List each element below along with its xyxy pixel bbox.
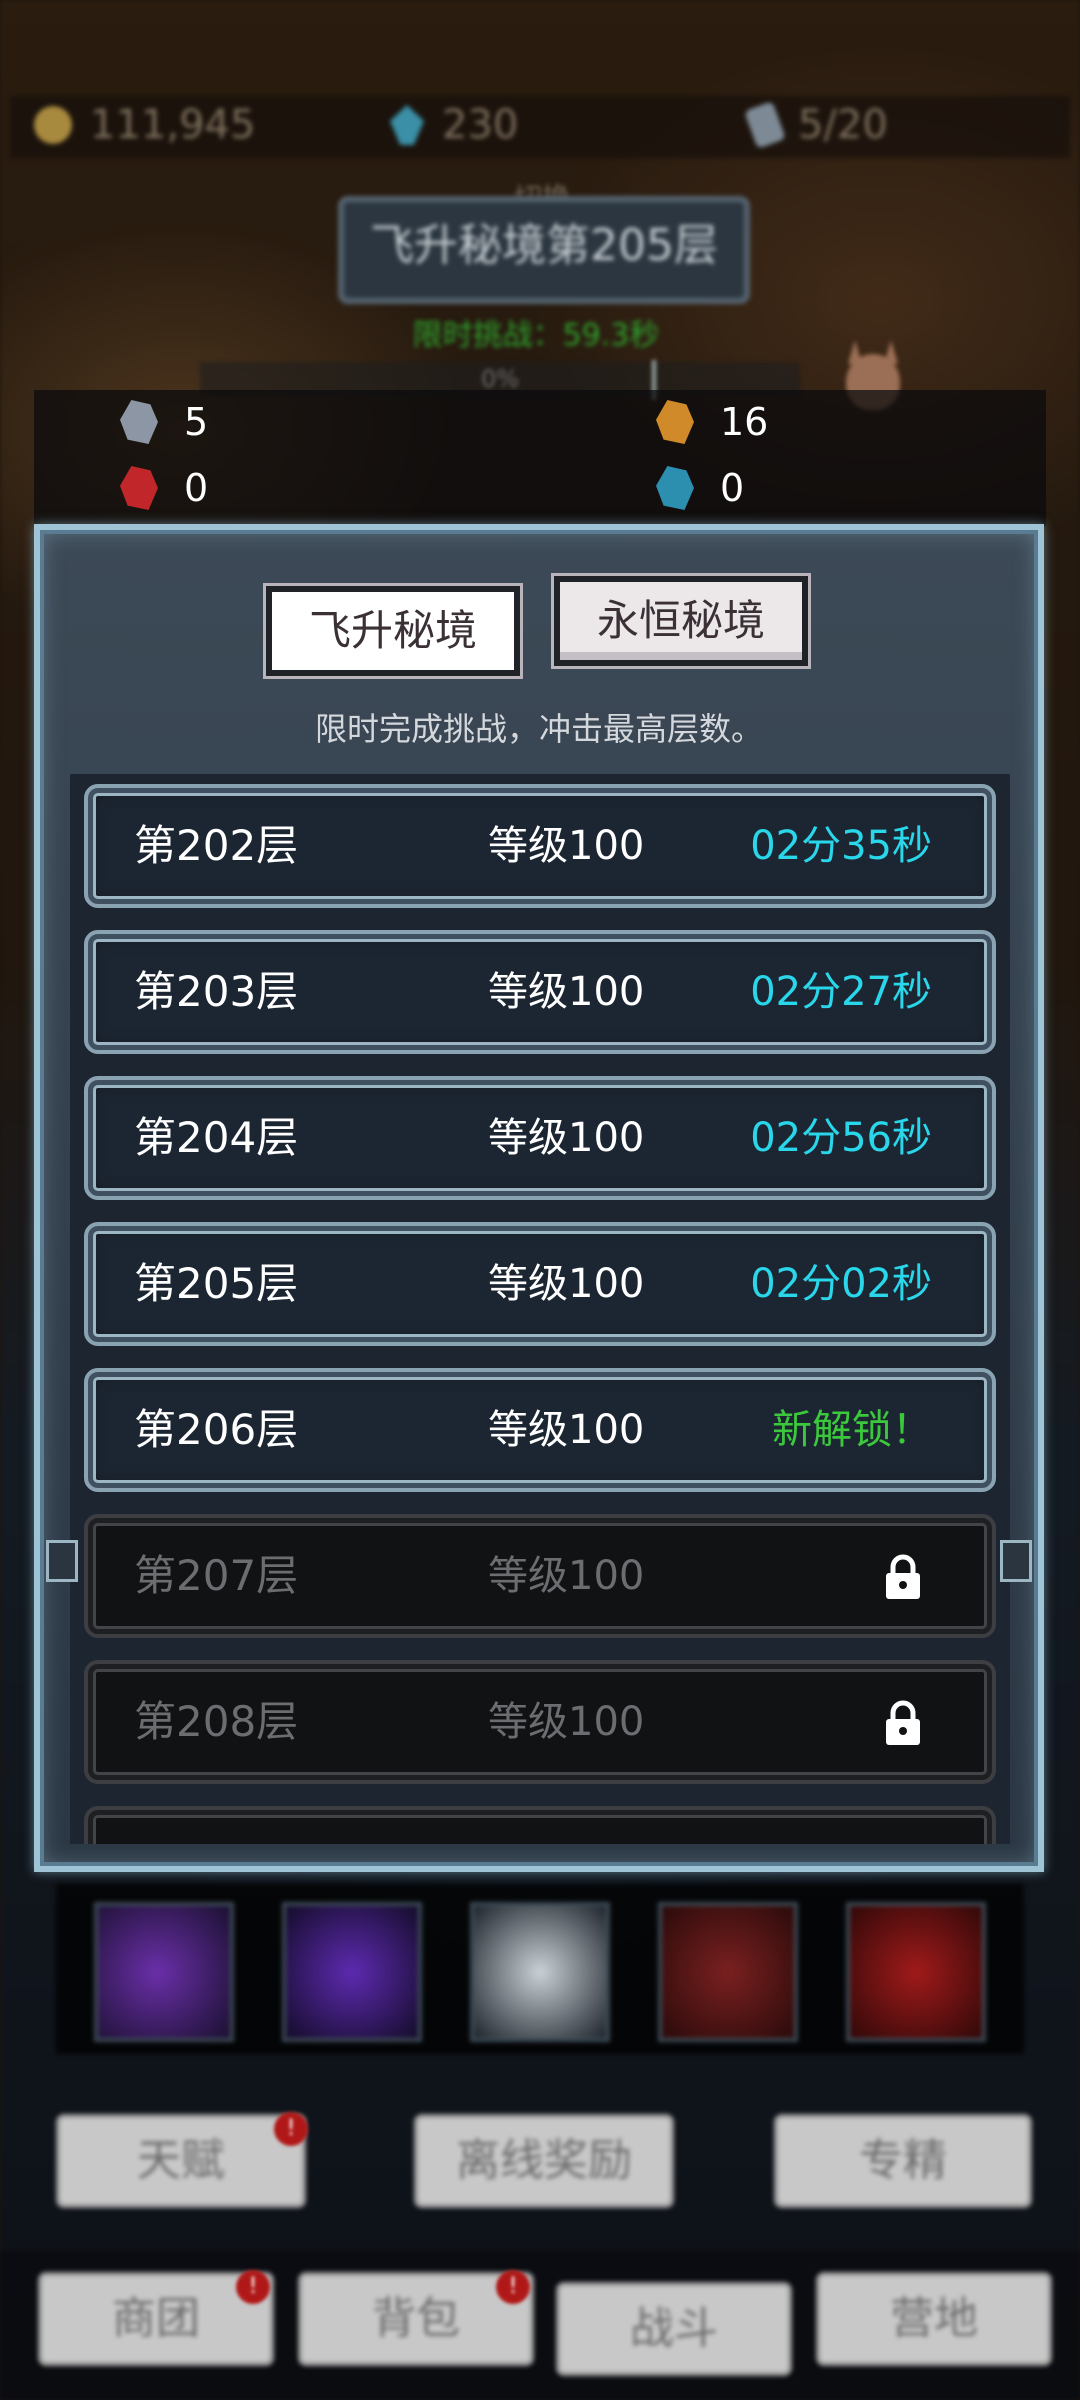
mastery-button[interactable]: 专精 — [774, 2114, 1032, 2208]
level-label: 等级100 — [488, 1407, 645, 1453]
floor-row-206[interactable]: 第206层 等级100 新解锁！ — [84, 1368, 996, 1492]
skill-slot-2[interactable] — [282, 1902, 422, 2042]
materials-panel: 5 16 0 0 — [34, 390, 1046, 526]
floor-label: 第208层 — [134, 1697, 299, 1746]
level-label: 等级100 — [488, 969, 645, 1015]
red-ore-icon — [120, 466, 158, 510]
scroll-icon — [744, 101, 786, 149]
floor-label: 第205层 — [134, 1259, 299, 1308]
skill-slot-1[interactable] — [94, 1902, 234, 2042]
floor-label: 第203层 — [134, 967, 299, 1016]
level-label: 等级100 — [488, 1261, 645, 1307]
skill-slot-5[interactable] — [846, 1902, 986, 2042]
scroll-knob-left — [46, 1540, 78, 1582]
dungeon-title[interactable]: 飞升秘境第205层 — [338, 196, 750, 304]
orange-ore-icon — [656, 400, 694, 444]
material-blue: 0 — [656, 466, 744, 510]
lock-icon — [886, 1554, 920, 1599]
material-count: 5 — [184, 400, 209, 444]
floor-list[interactable]: 第202层 等级100 02分35秒 第203层 等级100 02分27秒 第2… — [70, 774, 1010, 1844]
clear-time: 02分35秒 — [750, 823, 932, 869]
gold-coin-icon — [34, 106, 72, 144]
talent-badge: ! — [274, 2112, 308, 2146]
floor-row-204[interactable]: 第204层 等级100 02分56秒 — [84, 1076, 996, 1200]
material-count: 0 — [720, 466, 745, 510]
material-gray: 5 — [120, 400, 208, 444]
floor-row-207: 第207层 等级100 — [84, 1514, 996, 1638]
scroll-resource: 5/20 — [744, 101, 888, 149]
tab-ascension-realm[interactable]: 飞升秘境 — [266, 586, 520, 676]
challenge-timer: 限时挑战：59.3秒 — [412, 318, 660, 353]
backpack-badge: ! — [496, 2270, 530, 2304]
gold-amount: 111,945 — [90, 102, 256, 148]
gem-resource: 230 — [390, 102, 518, 148]
level-label: 等级100 — [488, 823, 645, 869]
floor-row-205[interactable]: 第205层 等级100 02分02秒 — [84, 1222, 996, 1346]
floor-row-partial — [84, 1806, 996, 1844]
battle-button[interactable]: 战斗 — [556, 2282, 792, 2376]
tab-eternal-realm[interactable]: 永恒秘境 — [554, 576, 808, 666]
floor-row-202[interactable]: 第202层 等级100 02分35秒 — [84, 784, 996, 908]
gem-amount: 230 — [442, 102, 519, 148]
floor-label: 第202层 — [134, 821, 299, 870]
gem-icon — [390, 105, 424, 145]
skill-slot-4[interactable] — [658, 1902, 798, 2042]
skill-slot-3[interactable] — [470, 1902, 610, 2042]
level-label: 等级100 — [488, 1699, 645, 1745]
floor-row-203[interactable]: 第203层 等级100 02分27秒 — [84, 930, 996, 1054]
material-red: 0 — [120, 466, 208, 510]
blue-ore-icon — [656, 466, 694, 510]
talent-button[interactable]: 天赋 — [56, 2114, 306, 2208]
clear-time: 02分56秒 — [750, 1115, 932, 1161]
material-count: 0 — [184, 466, 209, 510]
panel-subtitle: 限时完成挑战，冲击最高层数。 — [314, 710, 763, 748]
floor-label: 第207层 — [134, 1551, 299, 1600]
camp-button[interactable]: 营地 — [816, 2272, 1052, 2366]
gold-resource: 111,945 — [34, 102, 255, 148]
scroll-knob-right — [1000, 1540, 1032, 1582]
level-label: 等级100 — [488, 1115, 645, 1161]
floor-label: 第206层 — [134, 1405, 299, 1454]
clear-time: 02分02秒 — [750, 1261, 932, 1307]
lock-icon — [886, 1700, 920, 1745]
level-label: 等级100 — [488, 1553, 645, 1599]
guild-badge: ! — [236, 2270, 270, 2304]
scroll-amount: 5/20 — [798, 102, 888, 148]
secret-realm-panel: 飞升秘境 永恒秘境 限时完成挑战，冲击最高层数。 第202层 等级100 02分… — [34, 524, 1044, 1872]
clear-time: 02分27秒 — [750, 969, 932, 1015]
gray-ore-icon — [120, 400, 158, 444]
floor-label: 第204层 — [134, 1113, 299, 1162]
floor-row-208: 第208层 等级100 — [84, 1660, 996, 1784]
material-orange: 16 — [656, 400, 768, 444]
offline-reward-button[interactable]: 离线奖励 — [414, 2114, 674, 2208]
new-unlock-label: 新解锁！ — [772, 1407, 932, 1453]
skill-bar — [56, 1884, 1024, 2054]
resource-bar: 111,945 230 5/20 — [10, 96, 1070, 158]
material-count: 16 — [720, 400, 769, 444]
